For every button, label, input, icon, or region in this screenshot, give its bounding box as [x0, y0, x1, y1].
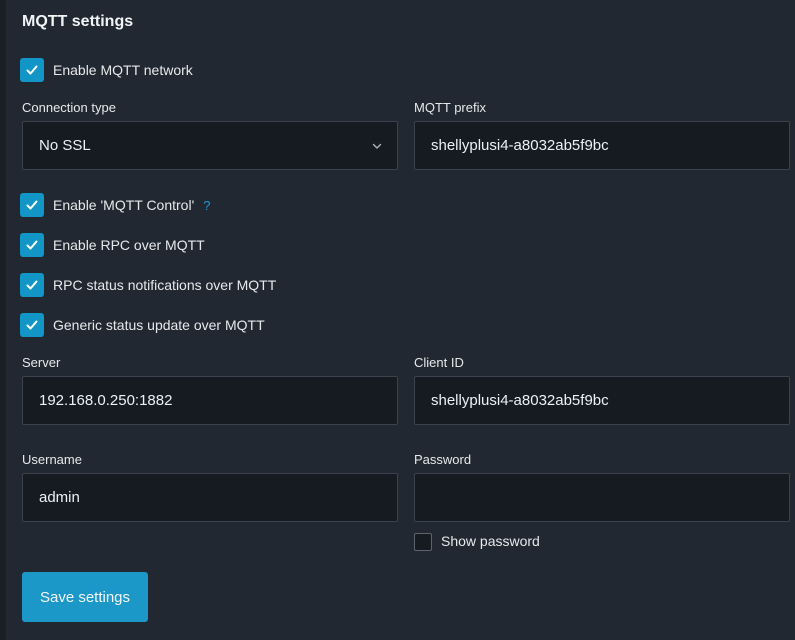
left-edge-divider — [0, 0, 6, 640]
enable-mqtt-checkbox[interactable] — [20, 58, 44, 82]
server-label: Server — [22, 355, 61, 370]
mqtt-prefix-input[interactable]: shellyplusi4-a8032ab5f9bc — [414, 121, 790, 170]
option-mqtt-control-row[interactable]: Enable 'MQTT Control' ? — [20, 193, 211, 217]
connection-type-select[interactable]: No SSL — [22, 121, 398, 170]
password-input[interactable] — [414, 473, 790, 522]
save-settings-button[interactable]: Save settings — [22, 572, 148, 622]
password-label: Password — [414, 452, 472, 467]
enable-mqtt-label: Enable MQTT network — [53, 62, 193, 78]
check-icon — [26, 280, 38, 290]
username-input[interactable]: admin — [22, 473, 398, 522]
help-icon[interactable]: ? — [203, 198, 210, 213]
section-title: MQTT settings — [22, 13, 134, 30]
username-label: Username — [22, 452, 82, 467]
rpc-over-mqtt-checkbox[interactable] — [20, 233, 44, 257]
client-id-value: shellyplusi4-a8032ab5f9bc — [431, 392, 609, 409]
show-password-checkbox[interactable] — [414, 533, 432, 551]
connection-type-label: Connection type — [22, 100, 116, 115]
check-icon — [26, 320, 38, 330]
mqtt-prefix-value: shellyplusi4-a8032ab5f9bc — [431, 137, 609, 154]
option-rpc-row[interactable]: Enable RPC over MQTT — [20, 233, 205, 257]
enable-mqtt-row[interactable]: Enable MQTT network — [20, 58, 193, 82]
client-id-label: Client ID — [414, 355, 464, 370]
mqtt-control-label: Enable 'MQTT Control' — [53, 197, 195, 213]
check-icon — [26, 65, 38, 75]
mqtt-prefix-label: MQTT prefix — [414, 100, 486, 115]
server-input[interactable]: 192.168.0.250:1882 — [22, 376, 398, 425]
rpc-status-label: RPC status notifications over MQTT — [53, 277, 277, 293]
check-icon — [26, 240, 38, 250]
option-generic-status-row[interactable]: Generic status update over MQTT — [20, 313, 265, 337]
rpc-over-mqtt-label: Enable RPC over MQTT — [53, 237, 205, 253]
generic-status-label: Generic status update over MQTT — [53, 317, 265, 333]
generic-status-checkbox[interactable] — [20, 313, 44, 337]
mqtt-control-checkbox[interactable] — [20, 193, 44, 217]
connection-type-value: No SSL — [39, 137, 91, 154]
server-value: 192.168.0.250:1882 — [39, 392, 173, 409]
check-icon — [26, 200, 38, 210]
client-id-input[interactable]: shellyplusi4-a8032ab5f9bc — [414, 376, 790, 425]
show-password-label[interactable]: Show password — [441, 533, 540, 549]
option-rpc-status-row[interactable]: RPC status notifications over MQTT — [20, 273, 276, 297]
rpc-status-checkbox[interactable] — [20, 273, 44, 297]
username-value: admin — [39, 489, 80, 506]
mqtt-settings-page: MQTT settings Enable MQTT network Connec… — [0, 0, 795, 640]
chevron-down-icon — [372, 143, 382, 149]
